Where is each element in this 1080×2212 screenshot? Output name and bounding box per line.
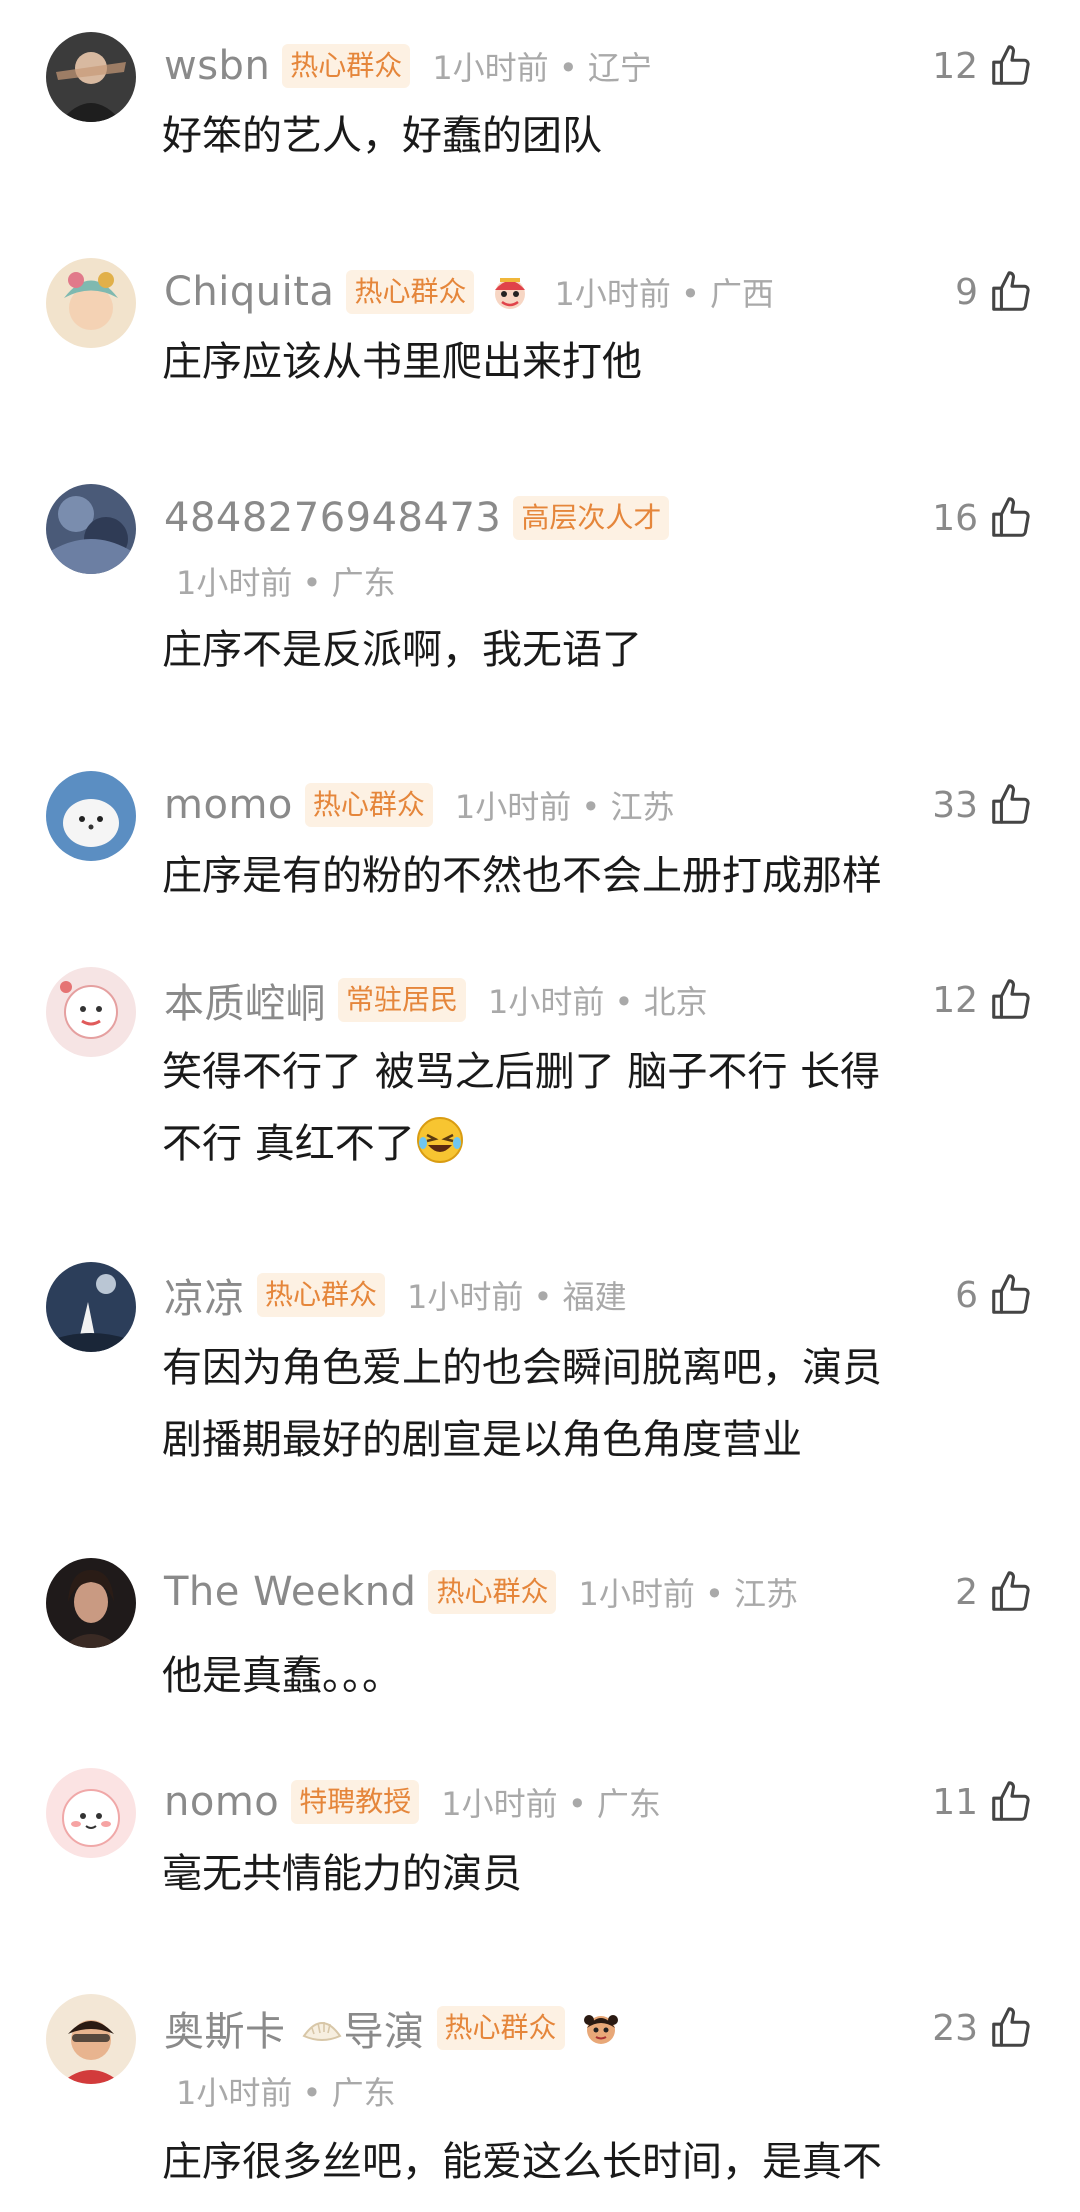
comment-text-line: 庄序是有的粉的不然也不会上册打成那样	[162, 853, 882, 899]
comment-text: 庄序很多丝吧，能爱这么长时间，是真不	[162, 2126, 1032, 2198]
user-badge: 高层次人才	[513, 496, 670, 540]
comment-text-line: 笑得不行了 被骂之后删了 脑子不行 长得	[162, 1049, 881, 1095]
user-badge: 热心群众	[282, 44, 411, 88]
thumbs-up-icon[interactable]	[988, 1272, 1034, 1318]
timestamp-location: 1小时前 • 广东	[441, 1785, 661, 1823]
like-button[interactable]: 33	[932, 775, 1034, 835]
username[interactable]: nomo	[164, 1779, 279, 1825]
like-button[interactable]: 9	[955, 262, 1034, 322]
comment-meta: 凉凉 热心群众 1小时前 • 福建	[164, 1265, 627, 1325]
user-badge: 热心群众	[257, 1273, 386, 1317]
comment-text: 庄序应该从书里爬出来打他	[162, 326, 1032, 398]
username[interactable]: 本质崆峒	[164, 971, 326, 1029]
timestamp-location: 1小时前 • 广西	[554, 275, 775, 313]
user-badge: 热心群众	[304, 783, 433, 827]
timestamp-location: 1小时前 • 广东	[176, 2074, 396, 2112]
avatar[interactable]	[46, 1262, 136, 1352]
cartoon-face-icon	[579, 2006, 623, 2050]
like-count: 11	[932, 1781, 978, 1823]
comment-text-line: 庄序不是反派啊，我无语了	[162, 627, 642, 673]
like-count: 2	[955, 1571, 978, 1613]
comment-text-line: 庄序很多丝吧，能爱这么长时间，是真不	[162, 2139, 882, 2185]
comment-meta: momo 热心群众 1小时前 • 江苏	[164, 775, 674, 835]
thumbs-up-icon[interactable]	[988, 269, 1034, 315]
thumbs-up-icon[interactable]	[988, 495, 1034, 541]
like-count: 33	[932, 784, 978, 826]
comment-meta: 本质崆峒 常驻居民 1小时前 • 北京	[164, 970, 708, 1030]
comment-meta: Chiquita 热心群众 1小时前 • 广西	[164, 262, 774, 322]
comment-text: 毫无共情能力的演员	[162, 1838, 1032, 1910]
timestamp-location: 1小时前 • 辽宁	[432, 49, 652, 87]
like-count: 12	[932, 45, 978, 87]
like-button[interactable]: 12	[932, 36, 1034, 96]
comment-text: 笑得不行了 被骂之后删了 脑子不行 长得 不行 真红不了	[162, 1036, 1032, 1180]
thumbs-up-icon[interactable]	[988, 977, 1034, 1023]
like-button[interactable]: 23	[932, 1998, 1034, 2058]
comment-text: 好笨的艺人，好蠢的团队	[162, 100, 1032, 172]
username-suffix: 导演	[343, 2009, 425, 2055]
username[interactable]: The Weeknd	[164, 1569, 416, 1615]
comment-text-line: 好笨的艺人，好蠢的团队	[162, 113, 602, 159]
thumbs-up-icon[interactable]	[988, 1569, 1034, 1615]
username[interactable]: 4848276948473	[164, 495, 501, 541]
timestamp-location: 1小时前 • 江苏	[454, 788, 675, 826]
avatar[interactable]	[46, 1994, 136, 2084]
thumbs-up-icon[interactable]	[988, 2005, 1034, 2051]
avatar[interactable]	[46, 771, 136, 861]
user-badge: 热心群众	[436, 2006, 565, 2050]
timestamp-location: 1小时前 • 福建	[407, 1278, 627, 1316]
avatar[interactable]	[46, 967, 136, 1057]
comment-text-line: 他是真蠢。。。	[162, 1653, 402, 1699]
avatar[interactable]	[46, 484, 136, 574]
comment-text-line: 庄序应该从书里爬出来打他	[162, 339, 642, 385]
thumbs-up-icon[interactable]	[988, 43, 1034, 89]
timestamp-location: 1小时前 • 广东	[176, 564, 396, 602]
comment-meta: 奥斯卡 导演 热心群众	[164, 1998, 623, 2058]
like-count: 12	[932, 979, 978, 1021]
username[interactable]: momo	[164, 782, 293, 828]
like-button[interactable]: 2	[955, 1562, 1034, 1622]
comment-meta: nomo 特聘教授 1小时前 • 广东	[164, 1772, 661, 1832]
comment-text-line: 剧播期最好的剧宣是以角色角度营业	[162, 1417, 802, 1463]
comment-meta: The Weeknd 热心群众 1小时前 • 江苏	[164, 1562, 798, 1622]
timestamp-location: 1小时前 • 江苏	[578, 1575, 799, 1613]
avatar[interactable]	[46, 32, 136, 122]
avatar[interactable]	[46, 1558, 136, 1648]
comment-text: 他是真蠢。。。	[162, 1640, 1032, 1712]
laughing-emoji-icon	[415, 1115, 465, 1165]
user-badge: 常驻居民	[338, 978, 467, 1022]
avatar[interactable]	[46, 258, 136, 348]
lion-dance-icon	[488, 270, 532, 314]
comment-text-line: 有因为角色爱上的也会瞬间脱离吧，演员	[162, 1345, 882, 1391]
comment-text-line: 不行 真红不了	[162, 1108, 1032, 1180]
username[interactable]: wsbn	[164, 43, 270, 89]
like-button[interactable]: 16	[932, 488, 1034, 548]
comment-text: 庄序是有的粉的不然也不会上册打成那样	[162, 840, 1032, 912]
username[interactable]: 奥斯卡	[164, 1999, 286, 2057]
like-count: 16	[932, 497, 978, 539]
user-badge: 热心群众	[428, 1570, 557, 1614]
like-button[interactable]: 11	[932, 1772, 1034, 1832]
like-count: 9	[955, 271, 978, 313]
thumbs-up-icon[interactable]	[988, 782, 1034, 828]
comment-meta: wsbn 热心群众 1小时前 • 辽宁	[164, 36, 652, 96]
user-badge: 热心群众	[346, 270, 475, 314]
comment-text-fragment: 不行 真红不了	[162, 1121, 415, 1167]
comment-text: 有因为角色爱上的也会瞬间脱离吧，演员 剧播期最好的剧宣是以角色角度营业	[162, 1332, 1032, 1476]
like-button[interactable]: 6	[955, 1265, 1034, 1325]
thumbs-up-icon[interactable]	[988, 1779, 1034, 1825]
comment-text: 庄序不是反派啊，我无语了	[162, 614, 1032, 686]
user-badge: 特聘教授	[291, 1780, 420, 1824]
comment-text-line: 毫无共情能力的演员	[162, 1851, 522, 1897]
like-count: 6	[955, 1274, 978, 1316]
like-button[interactable]: 12	[932, 970, 1034, 1030]
comment-meta: 4848276948473 高层次人才	[164, 488, 670, 548]
timestamp-location: 1小时前 • 北京	[488, 983, 708, 1021]
username[interactable]: Chiquita	[164, 269, 334, 315]
avatar[interactable]	[46, 1768, 136, 1858]
username[interactable]: 凉凉	[164, 1266, 245, 1324]
like-count: 23	[932, 2007, 978, 2049]
dumpling-icon	[300, 2006, 344, 2050]
